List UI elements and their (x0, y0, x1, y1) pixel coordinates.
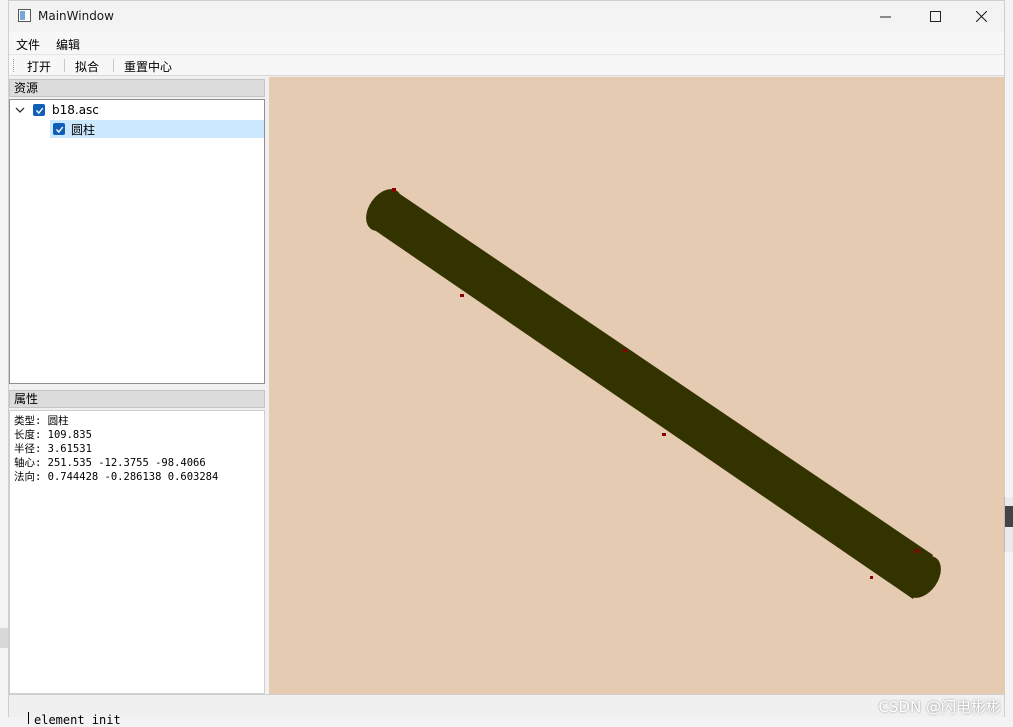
cylinder-body (373, 190, 933, 599)
check-icon (55, 126, 63, 133)
close-icon (975, 11, 987, 22)
tree-item-label: 圆柱 (71, 122, 96, 137)
minimize-icon (879, 16, 891, 18)
point-marker (623, 349, 627, 352)
chevron-down-icon[interactable] (14, 104, 26, 116)
main-window: MainWindow 文件 编辑 打开 拟合 重置中心 资源 b18.asc 圆… (8, 0, 1005, 717)
minimize-button[interactable] (862, 1, 908, 32)
menu-bar: 文件 编辑 (9, 32, 1004, 54)
tree-item-cylinder[interactable]: 圆柱 (50, 120, 264, 138)
point-marker (870, 576, 873, 579)
open-button[interactable]: 打开 (27, 58, 51, 75)
console-output: element init (34, 713, 121, 727)
background-window-fragment (1004, 497, 1013, 552)
resources-tree[interactable]: b18.asc 圆柱 (9, 99, 265, 384)
tree-item-b18[interactable]: b18.asc (14, 101, 99, 119)
toolbar-separator (64, 59, 65, 72)
point-marker (662, 433, 666, 436)
fit-button[interactable]: 拟合 (75, 58, 99, 75)
property-axis-center: 轴心: 251.535 -12.3755 -98.4066 (14, 457, 206, 469)
property-length: 长度: 109.835 (14, 429, 92, 441)
point-marker (915, 549, 919, 553)
toolbar: 打开 拟合 重置中心 (9, 54, 1004, 76)
point-marker (460, 294, 464, 297)
toolbar-grip[interactable] (13, 59, 16, 72)
cylinder-render (366, 188, 941, 599)
menu-file[interactable]: 文件 (16, 36, 40, 53)
properties-dock-title: 属性 (9, 390, 265, 408)
check-icon (35, 107, 43, 114)
checkbox[interactable] (53, 123, 65, 135)
status-bar (9, 694, 1004, 717)
maximize-button[interactable] (912, 1, 958, 32)
checkbox[interactable] (33, 104, 45, 116)
properties-panel: 类型: 圆柱 长度: 109.835 半径: 3.61531 轴心: 251.5… (9, 410, 265, 694)
property-type: 类型: 圆柱 (14, 415, 69, 427)
close-button[interactable] (958, 1, 1004, 32)
tree-item-label: b18.asc (52, 103, 99, 117)
console-cursor (28, 712, 29, 724)
watermark: CSDN @闪电彬彬 (878, 698, 1001, 716)
property-radius: 半径: 3.61531 (14, 443, 92, 455)
reset-center-button[interactable]: 重置中心 (124, 58, 172, 75)
toolbar-separator (113, 59, 114, 72)
point-marker (392, 188, 396, 192)
property-normal: 法向: 0.744428 -0.286138 0.603284 (14, 471, 219, 483)
3d-viewport[interactable] (269, 77, 1005, 694)
title-bar[interactable]: MainWindow (9, 1, 1004, 32)
menu-edit[interactable]: 编辑 (56, 36, 80, 53)
resources-dock-title: 资源 (9, 79, 265, 97)
background-window-fragment (0, 628, 8, 648)
app-window-icon (18, 9, 31, 22)
maximize-icon (929, 11, 941, 22)
window-title: MainWindow (38, 9, 114, 23)
